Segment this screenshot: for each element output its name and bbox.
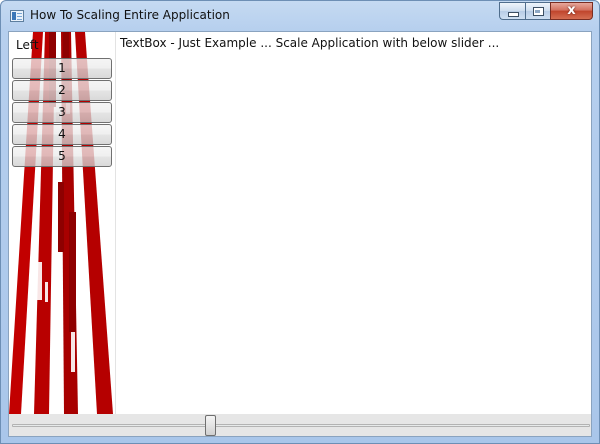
button-3[interactable]: 3 bbox=[12, 102, 112, 123]
maximize-button[interactable] bbox=[525, 2, 550, 20]
close-button[interactable]: x bbox=[550, 2, 593, 20]
client-area: Left 1 2 3 4 5 TextBox - Just Example ..… bbox=[8, 31, 592, 437]
minimize-icon bbox=[508, 12, 519, 17]
close-icon: x bbox=[567, 3, 576, 18]
left-panel: Left 1 2 3 4 5 bbox=[9, 32, 115, 414]
scale-slider[interactable] bbox=[9, 414, 591, 436]
left-label: Left bbox=[16, 38, 39, 52]
button-2[interactable]: 2 bbox=[12, 80, 112, 101]
slider-track[interactable] bbox=[12, 424, 590, 427]
caption-buttons: x bbox=[499, 2, 593, 21]
app-window-icon[interactable] bbox=[10, 10, 24, 22]
button-1[interactable]: 1 bbox=[12, 58, 112, 79]
maximize-icon bbox=[533, 7, 544, 16]
main-textbox[interactable]: TextBox - Just Example ... Scale Applica… bbox=[115, 32, 591, 414]
button-4[interactable]: 4 bbox=[12, 124, 112, 145]
application-window: How To Scaling Entire Application x Left… bbox=[0, 0, 600, 444]
button-5[interactable]: 5 bbox=[12, 146, 112, 167]
window-title: How To Scaling Entire Application bbox=[30, 8, 230, 22]
slider-thumb[interactable] bbox=[205, 415, 216, 436]
title-bar[interactable]: How To Scaling Entire Application x bbox=[1, 1, 599, 31]
minimize-button[interactable] bbox=[499, 2, 525, 20]
